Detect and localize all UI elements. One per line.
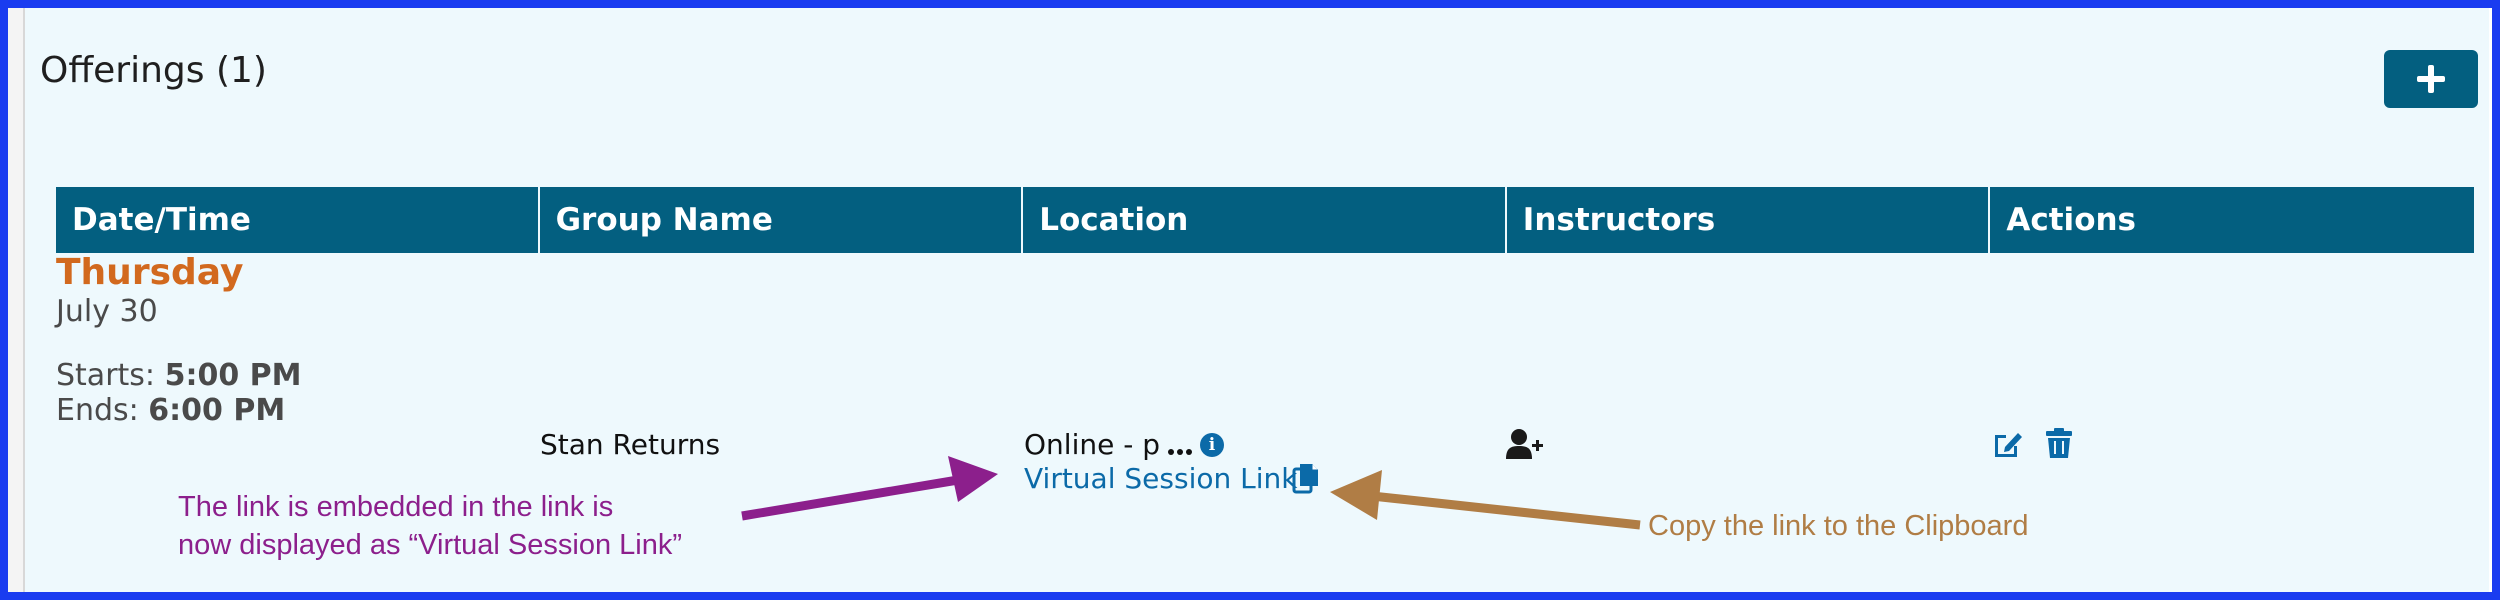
copy-icon[interactable] [1292,462,1320,494]
starts-value: 5:00 PM [164,358,302,393]
offering-end-time: Ends: 6:00 PM [56,393,285,428]
annotation-embedded-link: The link is embedded in the link is now … [178,488,682,564]
scroll-rail[interactable] [8,8,25,592]
annotation-copy-link: Copy the link to the Clipboard [1648,510,2029,542]
annotation-line-2: now displayed as “Virtual Session Link” [178,529,683,561]
offering-date: July 30 [56,294,158,329]
column-header-group-name: Group Name [539,187,1024,253]
column-header-actions: Actions [1990,187,2474,253]
starts-label: Starts: [56,358,156,393]
location-text: Online - p [1024,428,1160,461]
ellipsis-icon[interactable] [1168,448,1192,455]
plus-icon [2417,65,2445,93]
section-title: Offerings (1) [40,50,267,91]
location-cell: Online - p i [1024,428,1224,461]
column-header-datetime: Date/Time [56,187,540,253]
info-icon[interactable]: i [1200,432,1224,457]
column-header-location: Location [1023,187,1507,253]
ends-label: Ends: [56,393,139,428]
edit-icon[interactable] [1991,428,2025,460]
offering-start-time: Starts: 5:00 PM [56,358,301,393]
add-offering-button[interactable] [2384,50,2478,108]
table-header: Date/Time Group Name Location Instructor… [56,187,2474,253]
column-header-instructors: Instructors [1506,187,1991,253]
annotation-line-1: The link is embedded in the link is [178,491,614,523]
trash-icon[interactable] [2045,427,2073,459]
ends-value: 6:00 PM [148,393,286,428]
offering-day: Thursday [56,252,244,293]
group-name: Stan Returns [540,428,721,461]
add-person-icon[interactable] [1506,428,1546,460]
virtual-session-link[interactable]: Virtual Session Link [1024,462,1297,495]
